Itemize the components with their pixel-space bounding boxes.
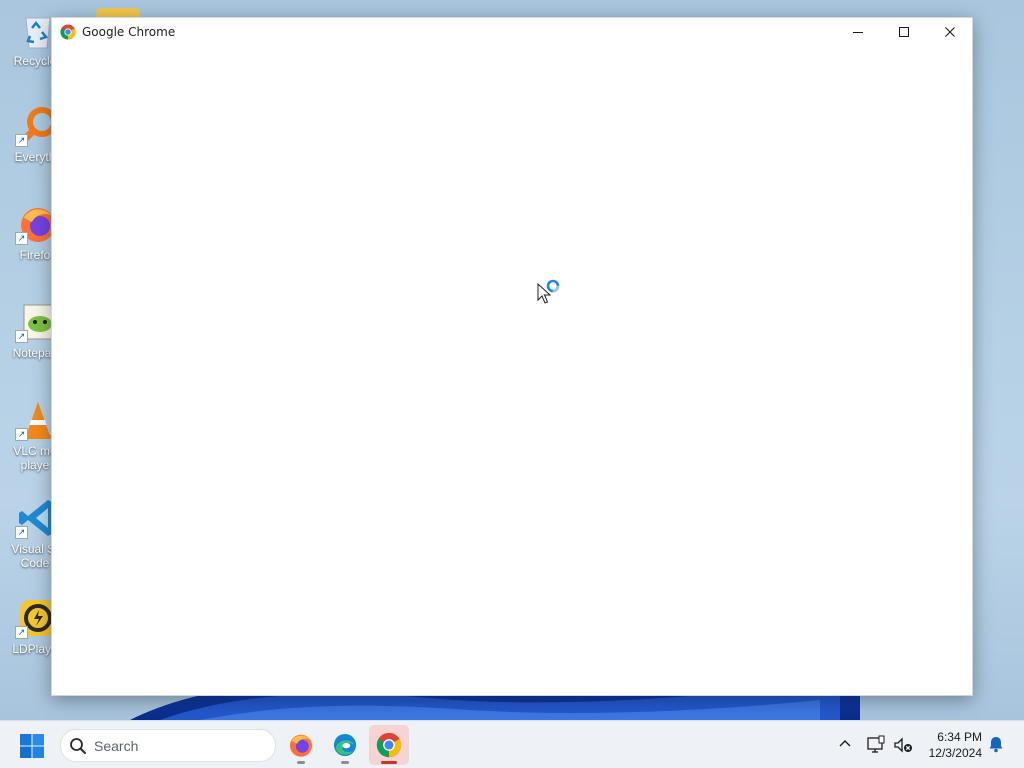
title-bar[interactable]: Google Chrome [52, 18, 972, 46]
shortcut-arrow-icon: ↗ [15, 526, 28, 539]
shortcut-arrow-icon: ↗ [15, 330, 28, 343]
taskbar-clock[interactable]: 6:34 PM 12/3/2024 [918, 729, 982, 761]
volume-muted-icon[interactable] [893, 735, 913, 755]
shortcut-arrow-icon: ↗ [15, 134, 28, 147]
shortcut-arrow-icon: ↗ [15, 232, 28, 245]
running-indicator [341, 761, 349, 764]
taskbar-app-firefox[interactable] [281, 725, 321, 765]
maximize-button[interactable] [881, 18, 927, 46]
start-button[interactable] [18, 732, 46, 760]
chrome-window: Google Chrome [51, 17, 973, 696]
maximize-icon [899, 27, 909, 37]
taskbar-search-box[interactable]: Search [60, 729, 276, 762]
busy-cursor-icon [537, 279, 560, 304]
windows-logo-icon [20, 734, 44, 758]
clock-date: 12/3/2024 [928, 746, 982, 760]
active-indicator [381, 761, 397, 764]
close-button[interactable] [927, 18, 973, 46]
taskbar-app-edge[interactable] [325, 725, 365, 765]
search-icon [70, 738, 86, 754]
clock-time: 6:34 PM [937, 730, 982, 744]
shortcut-arrow-icon: ↗ [15, 428, 28, 441]
notification-bell-icon[interactable] [987, 735, 1005, 753]
chrome-icon [60, 24, 76, 40]
edge-icon [333, 733, 357, 757]
minimize-button[interactable] [835, 18, 881, 46]
window-title: Google Chrome [82, 25, 176, 39]
search-placeholder: Search [94, 738, 139, 754]
firefox-icon [289, 734, 313, 757]
page-content[interactable] [52, 46, 972, 695]
minimize-icon [853, 32, 863, 33]
shortcut-arrow-icon: ↗ [15, 626, 28, 639]
taskbar-app-chrome[interactable] [369, 725, 409, 765]
running-indicator [297, 761, 305, 764]
taskbar: Search 6:34 PM 12/3/2024 [0, 720, 1024, 768]
network-icon[interactable] [866, 735, 886, 755]
chrome-icon [376, 732, 402, 758]
close-icon [945, 27, 955, 37]
chevron-up-icon[interactable] [836, 735, 854, 753]
